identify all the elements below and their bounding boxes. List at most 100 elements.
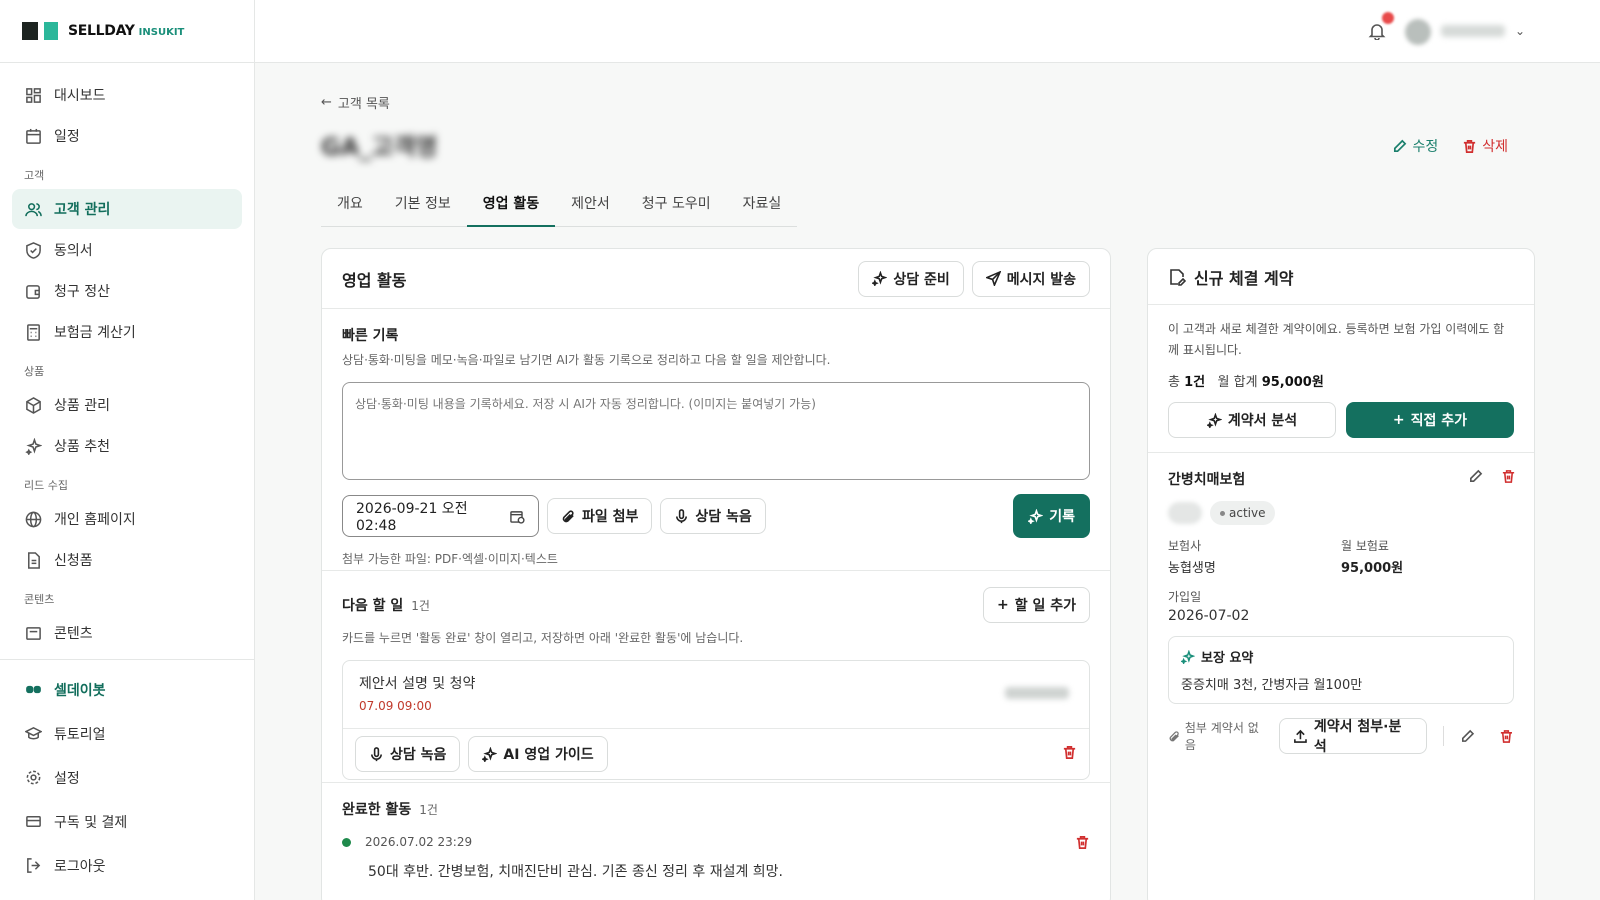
sidebar-item-schedule[interactable]: 일정 xyxy=(12,116,242,156)
save-record-button[interactable]: 기록 xyxy=(1013,494,1090,538)
sidebar-item-customers[interactable]: 고객 관리 xyxy=(12,189,242,229)
add-contract-label: 직접 추가 xyxy=(1410,413,1468,429)
tab-claim-helper[interactable]: 청구 도우미 xyxy=(626,187,727,226)
tab-sales-activity[interactable]: 영업 활동 xyxy=(466,187,556,227)
chevron-down-icon[interactable]: ⌄ xyxy=(1515,24,1525,38)
main-content: ← 고객 목록 GA_고객명 수정 삭제 개요 기본 정보 영업 활동 제안서 … xyxy=(255,63,1600,900)
wallet-icon xyxy=(24,282,42,300)
premium-label: 월 보험료 xyxy=(1341,539,1389,553)
attach-note: 첨부 가능한 파일: PDF·엑셀·이미지·텍스트 xyxy=(342,552,558,566)
sidebar-item-dashboard[interactable]: 대시보드 xyxy=(12,75,242,115)
bell-icon[interactable] xyxy=(1368,22,1386,40)
arrow-left-icon: ← xyxy=(321,95,332,110)
todo-item-title: 제안서 설명 및 청약 xyxy=(359,676,476,692)
sidebar-item-content[interactable]: 콘텐츠 xyxy=(12,613,242,653)
tab-overview[interactable]: 개요 xyxy=(321,187,379,226)
send-message-button[interactable]: 메시지 발송 xyxy=(971,260,1090,297)
tag-blurred xyxy=(1168,502,1202,524)
tab-library[interactable]: 자료실 xyxy=(727,187,798,226)
sidebar-item-consent[interactable]: 동의서 xyxy=(12,230,242,270)
pencil-icon[interactable] xyxy=(1460,729,1475,744)
done-delete-button[interactable] xyxy=(1075,835,1090,854)
tab-basic-info[interactable]: 기본 정보 xyxy=(379,187,467,226)
sidebar-item-claims[interactable]: 청구 정산 xyxy=(12,271,242,311)
pencil-icon xyxy=(1394,139,1407,152)
sidebar-item-form[interactable]: 신청폼 xyxy=(12,540,242,580)
trash-icon[interactable] xyxy=(1499,729,1514,744)
add-contract-button[interactable]: + 직접 추가 xyxy=(1346,402,1514,438)
todo-title: 다음 할 일 1건 xyxy=(342,595,430,615)
consult-prep-button[interactable]: 상담 준비 xyxy=(858,260,964,297)
sidebar-item-label: 설정 xyxy=(54,770,80,787)
done-count: 1건 xyxy=(419,803,438,817)
no-attachment: 첨부 계약서 없음 xyxy=(1168,719,1269,753)
sidebar-item-label: 로그아웃 xyxy=(54,858,106,875)
quick-record-desc: 상담·통화·미팅을 메모·녹음·파일로 남기면 AI가 활동 기록으로 정리하고… xyxy=(342,353,831,367)
sparkle-icon xyxy=(24,437,42,455)
content-icon xyxy=(24,624,42,642)
attach-analyze-button[interactable]: 계약서 첨부·분석 xyxy=(1279,718,1428,755)
trash-icon xyxy=(1063,745,1076,759)
sidebar-item-bot[interactable]: 셀데이봇 xyxy=(12,668,242,711)
contract-desc: 이 고객과 새로 체결한 계약이에요. 등록하면 보험 가입 이력에도 함께 표… xyxy=(1168,322,1505,357)
contract-attach-row: 첨부 계약서 없음 계약서 첨부·분석 xyxy=(1168,718,1514,755)
microphone-icon xyxy=(371,746,382,761)
pencil-icon[interactable] xyxy=(1468,469,1483,484)
avatar[interactable] xyxy=(1405,19,1431,45)
ai-sales-guide-label: AI 영업 가이드 xyxy=(503,747,594,763)
todo-item-card[interactable]: 제안서 설명 및 청약 07.09 09:00 상담 녹음 AI 영업 가이드 xyxy=(342,660,1090,780)
consult-prep-label: 상담 준비 xyxy=(893,271,950,288)
todo-record-label: 상담 녹음 xyxy=(390,747,447,763)
calendar-clock-icon[interactable] xyxy=(510,509,525,524)
status-badge-label: active xyxy=(1229,506,1266,520)
delete-button[interactable]: 삭제 xyxy=(1462,136,1508,156)
gear-icon xyxy=(24,769,42,787)
card-icon xyxy=(24,813,42,831)
coverage-summary: 보장 요약 중증치매 3천, 간병자금 월100만 xyxy=(1168,636,1514,704)
consult-record-button[interactable]: 상담 녹음 xyxy=(660,498,766,534)
sidebar-item-settings[interactable]: 설정 xyxy=(12,756,242,799)
datetime-input[interactable]: 2026-09-21 오전 02:48 xyxy=(342,495,539,537)
done-item[interactable]: 2026.07.02 23:29 xyxy=(342,835,1090,849)
file-attach-label: 파일 첨부 xyxy=(582,509,639,525)
contract-card-title: 신규 체결 계약 xyxy=(1194,268,1294,288)
total-prefix: 총 xyxy=(1168,375,1180,390)
trash-icon[interactable] xyxy=(1501,469,1516,484)
coverage-summary-text: 중증치매 3천, 간병자금 월100만 xyxy=(1181,678,1363,693)
sidebar-item-homepage[interactable]: 개인 홈페이지 xyxy=(12,499,242,539)
sales-card-header: 영업 활동 상담 준비 메시지 발송 xyxy=(322,249,1110,309)
calculator-icon xyxy=(24,323,42,341)
memo-input[interactable] xyxy=(342,382,1090,480)
file-attach-button[interactable]: 파일 첨부 xyxy=(547,498,653,534)
datetime-value: 2026-09-21 오전 02:48 xyxy=(356,501,468,534)
contract-item-actions xyxy=(1468,469,1516,484)
analyze-contract-button[interactable]: 계약서 분석 xyxy=(1168,402,1336,438)
todo-record-button[interactable]: 상담 녹음 xyxy=(355,736,461,772)
insurer-label: 보험사 xyxy=(1168,539,1202,553)
add-todo-button[interactable]: + 할 일 추가 xyxy=(982,587,1090,623)
done-title-text: 완료한 활동 xyxy=(342,802,412,818)
brand-logo[interactable]: SELLDAY INSUKIT xyxy=(0,0,254,63)
ai-sales-guide-button[interactable]: AI 영업 가이드 xyxy=(468,736,608,772)
join-date-value: 2026-07-02 xyxy=(1168,608,1250,624)
back-link[interactable]: ← 고객 목록 xyxy=(321,93,390,112)
sidebar-item-logout[interactable]: 로그아웃 xyxy=(12,844,242,887)
sidebar-item-recommend[interactable]: 상품 추천 xyxy=(12,426,242,466)
sidebar-item-calculator[interactable]: 보험금 계산기 xyxy=(12,312,242,352)
sidebar-item-label: 상품 관리 xyxy=(54,398,110,414)
tab-proposal[interactable]: 제안서 xyxy=(555,187,626,226)
sidebar-item-billing[interactable]: 구독 및 결제 xyxy=(12,800,242,843)
sidebar-item-tutorial[interactable]: 튜토리얼 xyxy=(12,712,242,755)
edit-button[interactable]: 수정 xyxy=(1392,136,1438,156)
users-icon xyxy=(24,200,42,218)
plus-icon: + xyxy=(1392,412,1405,428)
todo-delete-button[interactable] xyxy=(1062,745,1077,764)
user-name-blurred[interactable] xyxy=(1441,25,1505,37)
todo-item-header[interactable]: 제안서 설명 및 청약 07.09 09:00 xyxy=(343,661,1089,729)
globe-icon xyxy=(24,510,42,528)
sidebar-item-products[interactable]: 상품 관리 xyxy=(12,385,242,425)
brand-sub: INSUKIT xyxy=(138,27,185,38)
sparkle-icon xyxy=(1028,508,1044,524)
sidebar-item-label: 신청폼 xyxy=(54,553,93,569)
shield-icon xyxy=(24,241,42,259)
